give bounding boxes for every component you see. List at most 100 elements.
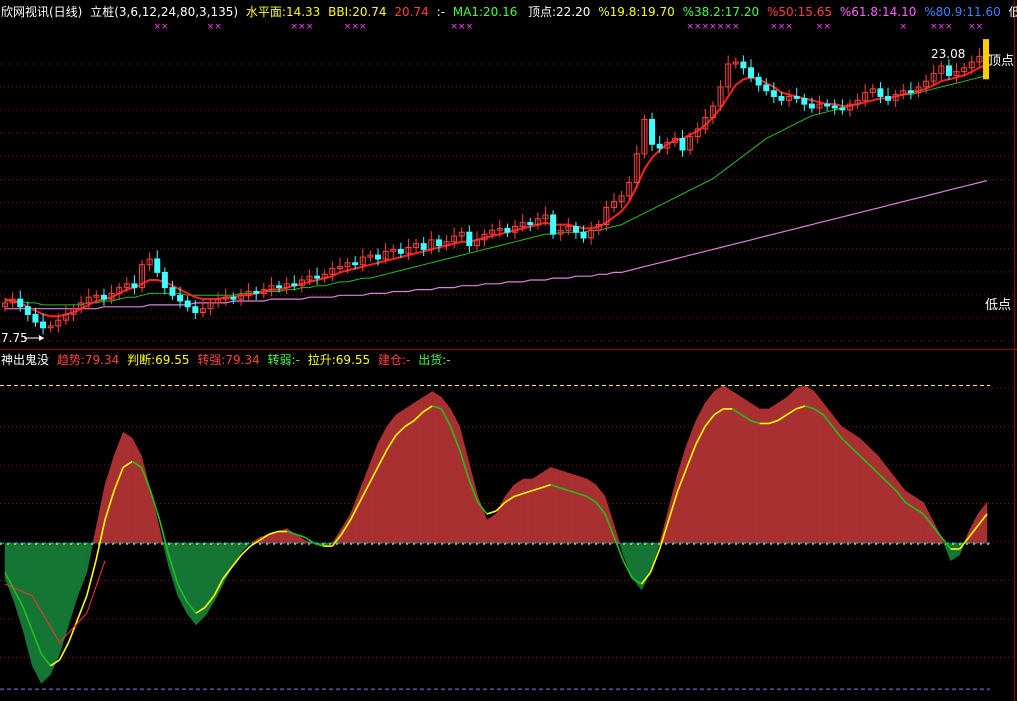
candle-down: [161, 271, 168, 289]
sub-header-item: 转弱:-: [267, 353, 300, 367]
signal-marker: ×: [823, 22, 831, 32]
signal-marker: ×: [351, 22, 359, 32]
judge-line-segment: [76, 595, 88, 620]
signal-marker: ×: [717, 22, 725, 32]
candle-down: [154, 258, 161, 273]
low-price-label: 7.75: [1, 331, 28, 345]
signal-marker: ×: [785, 22, 793, 32]
main-header-item: :-: [436, 5, 445, 19]
sub-header-item: 出货:-: [418, 353, 451, 367]
candle-down: [230, 296, 237, 300]
candle-down: [778, 95, 785, 101]
candle-down: [580, 231, 587, 239]
candle-down: [32, 313, 39, 323]
candle-down: [550, 214, 557, 235]
main-header-right: 顶点:22.20 %19.8:19.70 %38.2:17.20 %50:15.…: [528, 5, 1017, 19]
fib-level-item: %50:15.65: [766, 5, 833, 19]
candle-down: [192, 306, 199, 314]
signal-marker: ×: [694, 22, 702, 32]
signal-marker: ×: [214, 22, 222, 32]
top-price-label: 23.08: [931, 47, 966, 61]
sub-header-item: 趋势:79.34: [56, 353, 120, 367]
candle-down: [291, 283, 298, 287]
fib-level-item: %80.9:11.60: [924, 5, 1001, 19]
candle-down: [253, 290, 260, 294]
candle-down: [824, 103, 831, 107]
signal-marker: ×: [686, 22, 694, 32]
candle-down: [831, 105, 838, 109]
signal-marker: ×: [290, 22, 298, 32]
signal-marker: ×: [298, 22, 306, 32]
candle-down: [40, 321, 47, 329]
signal-marker: ×: [359, 22, 367, 32]
candle-down: [420, 243, 427, 250]
candle-down: [504, 227, 511, 233]
candle-down: [314, 275, 321, 279]
ma-pink-line: [5, 180, 988, 310]
sub-header: 神出鬼没 趋势:79.34 判断:69.55 转强:79.34 转弱:- 拉升:…: [1, 353, 455, 367]
trend-area-positive: [92, 385, 988, 544]
signal-marker: ×: [816, 22, 824, 32]
candle-down: [184, 300, 191, 308]
sub-header-item: 转强:79.34: [197, 353, 260, 367]
stock-chart-window[interactable]: × × × × × × × × × × × × × × × × × × × × × × × × × × × × × × × 欣网视讯(日线)…: [0, 0, 1017, 701]
candle-down: [649, 118, 656, 145]
sub-header-item: 判断:69.55: [127, 353, 190, 367]
fib-level-item: %19.8:19.70: [598, 5, 675, 19]
sub-header-item: 建仓:-: [377, 353, 411, 367]
main-header-item: MA1:20.16: [452, 5, 518, 19]
signal-marker: ×: [344, 22, 352, 32]
signal-marker: ×: [770, 22, 778, 32]
ma-red-line: [4, 63, 988, 318]
candle-down: [755, 76, 762, 86]
fib-level-item: 顶点:22.20: [528, 5, 591, 19]
candle-down: [793, 95, 800, 99]
chart-canvas[interactable]: × × × × × × × × × × × × × × × × × × × × × × × × × × × × × × ×: [0, 0, 1017, 701]
candle-down: [375, 254, 382, 260]
candle-down: [839, 107, 846, 111]
candle-down: [466, 231, 473, 247]
candle-down: [656, 143, 663, 149]
signal-marker: ×: [945, 22, 953, 32]
low-point-label: 低点: [985, 298, 1012, 313]
main-header: 欣网视讯(日线) 立桩(3,6,12,24,80,3,135) 水平面:14.3…: [1, 5, 521, 19]
signal-marker: ×: [153, 22, 161, 32]
candle-down: [527, 222, 534, 226]
signal-marker: ×: [161, 22, 169, 32]
candle-down: [24, 306, 31, 315]
main-header-item: 立桩(3,6,12,24,80,3,135): [90, 5, 239, 19]
main-header-item: 水平面:14.33: [245, 5, 321, 19]
sub-header-item: 神出鬼没: [1, 353, 50, 367]
signal-marker: ×: [778, 22, 786, 32]
signal-marker: ×: [466, 22, 474, 32]
candle-down: [877, 88, 884, 97]
candle-down: [572, 225, 579, 233]
main-header-item: 欣网视讯(日线): [1, 5, 83, 19]
candle-down: [435, 239, 442, 247]
candle-down: [679, 138, 686, 151]
candle-down: [763, 84, 770, 92]
signal-marker: ×: [709, 22, 717, 32]
signal-marker: ×: [450, 22, 458, 32]
candle-down: [808, 103, 815, 109]
fib-level-item: %61.8:14.10: [839, 5, 917, 19]
candle-down: [907, 90, 914, 94]
signal-marker: ×: [938, 22, 946, 32]
candle-down: [801, 97, 808, 105]
candle-down: [770, 90, 777, 97]
signal-marker: ×: [732, 22, 740, 32]
main-header-item: 20.74: [394, 5, 429, 19]
low-arrow-head: [39, 335, 44, 341]
signal-marker: ×: [968, 22, 976, 32]
signal-marker: ×: [306, 22, 314, 32]
signal-marker: ×: [899, 22, 907, 32]
main-header-item: BBI:20.74: [328, 5, 387, 19]
sub-header-item: 拉升:69.55: [307, 353, 371, 367]
signal-marker: ×: [702, 22, 710, 32]
candle-down: [169, 287, 176, 296]
candle-down: [352, 262, 359, 266]
candle-down: [100, 294, 107, 300]
top-point-label: 顶点: [988, 54, 1015, 69]
candle-down: [17, 298, 24, 308]
candle-down: [131, 283, 138, 289]
